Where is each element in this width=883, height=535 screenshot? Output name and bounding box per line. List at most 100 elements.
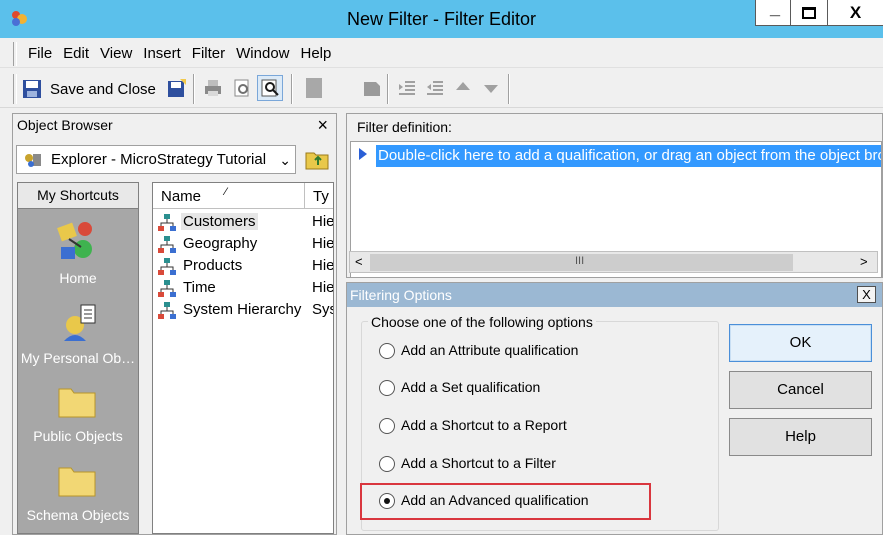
radio-button[interactable] — [379, 380, 395, 396]
list-item[interactable]: System Hierarchy Sys — [155, 299, 333, 321]
scroll-right-icon[interactable]: > — [860, 254, 868, 269]
add-qualification-hint[interactable]: Double-click here to add a qualification… — [376, 145, 881, 167]
shortcut-public-objects[interactable]: Public Objects — [18, 383, 138, 444]
shortcut-label: Home — [59, 270, 97, 286]
hierarchy-icon — [158, 258, 176, 275]
save-and-close-button[interactable]: Save and Close — [22, 76, 156, 102]
column-header-type[interactable]: Ty — [305, 183, 333, 209]
toolbar-separator — [291, 74, 293, 104]
move-down-button[interactable] — [479, 76, 503, 100]
menu-window[interactable]: Window — [236, 45, 289, 62]
option-shortcut-to-report[interactable]: Add a Shortcut to a Report — [379, 416, 679, 438]
save-and-close-label: Save and Close — [50, 80, 156, 98]
list-item[interactable]: Geography Hie — [155, 233, 333, 255]
hierarchy-icon — [158, 214, 176, 231]
shortcut-my-personal-objects[interactable]: My Personal Ob… — [18, 301, 138, 366]
folder-up-icon — [305, 152, 329, 170]
hierarchy-icon — [158, 280, 176, 297]
close-icon: X — [849, 2, 862, 22]
find-button[interactable] — [257, 75, 283, 101]
item-type: Sys — [312, 301, 333, 318]
move-up-button[interactable] — [451, 76, 475, 100]
menu-grip[interactable] — [13, 42, 17, 66]
radio-button[interactable] — [379, 418, 395, 434]
option-set-qualification[interactable]: Add a Set qualification — [379, 378, 679, 400]
list-item[interactable]: Products Hie — [155, 255, 333, 277]
object-browser-panel: Object Browser × Explorer - MicroStrateg… — [12, 113, 337, 535]
dialog-title-bar: Filtering Options X — [347, 283, 882, 307]
radio-button[interactable] — [379, 456, 395, 472]
outdent-icon — [427, 81, 443, 95]
item-type: Hie — [312, 213, 334, 230]
menu-bar: File Edit View Insert Filter Window Help — [0, 38, 883, 68]
menu-help[interactable]: Help — [301, 45, 332, 62]
list-item[interactable]: Time Hie — [155, 277, 334, 299]
object-browser-close-icon[interactable]: × — [317, 115, 328, 136]
cancel-button[interactable]: Cancel — [729, 371, 872, 409]
horizontal-scrollbar[interactable]: < III > — [349, 251, 878, 273]
menu-file[interactable]: File — [28, 45, 52, 62]
scroll-thumb[interactable]: III — [370, 254, 793, 271]
option-shortcut-to-filter[interactable]: Add a Shortcut to a Filter — [379, 454, 679, 476]
project-source-icon — [25, 154, 41, 167]
menu-view[interactable]: View — [100, 45, 132, 62]
save-as-icon — [168, 79, 186, 97]
shortcut-label: Schema Objects — [26, 507, 130, 523]
save-as-button[interactable] — [165, 76, 189, 100]
item-name: System Hierarchy — [183, 301, 302, 318]
outdent-button[interactable] — [423, 76, 447, 100]
move-up-icon — [456, 82, 470, 90]
option-attribute-qualification[interactable]: Add an Attribute qualification — [379, 341, 679, 363]
folder-icon — [58, 388, 96, 418]
item-name: Products — [183, 257, 243, 274]
list-item[interactable]: Customers Hie — [155, 211, 334, 233]
ok-button[interactable]: OK — [729, 324, 872, 362]
item-name: Customers — [181, 213, 258, 230]
find-icon — [261, 79, 279, 97]
location-text: Explorer - MicroStrategy Tutorial — [51, 151, 267, 168]
print-preview-button[interactable] — [230, 76, 254, 100]
parent-folder-button[interactable] — [304, 147, 330, 173]
minimize-button[interactable]: _ — [755, 0, 795, 26]
help-button[interactable]: Help — [729, 418, 872, 456]
shortcut-label: Public Objects — [33, 428, 123, 444]
toolbar-separator — [387, 74, 389, 104]
cut-button[interactable] — [302, 76, 326, 100]
menu-insert[interactable]: Insert — [143, 45, 181, 62]
shortcuts-header[interactable]: My Shortcuts — [18, 183, 138, 209]
indent-icon — [399, 81, 415, 95]
save-icon — [23, 80, 41, 98]
options-group-label: Choose one of the following options — [368, 314, 596, 330]
chevron-down-icon: ⌄ — [279, 152, 291, 168]
window-title: New Filter - Filter Editor — [346, 9, 537, 29]
item-type: Hie — [312, 279, 334, 296]
toolbar-grip[interactable] — [13, 74, 17, 104]
folder-icon — [58, 467, 96, 497]
maximize-button[interactable] — [790, 0, 828, 26]
column-header-name[interactable]: Name ⁄ — [153, 183, 305, 209]
minimize-icon: _ — [769, 0, 780, 18]
menu-filter[interactable]: Filter — [192, 45, 225, 62]
hierarchy-icon — [158, 236, 176, 253]
print-button[interactable] — [201, 76, 225, 100]
dialog-close-button[interactable]: X — [857, 286, 876, 303]
shortcut-home[interactable]: Home — [18, 217, 138, 286]
select-button[interactable] — [360, 76, 384, 100]
shortcut-schema-objects[interactable]: Schema Objects — [18, 462, 138, 523]
close-icon: X — [862, 287, 871, 302]
indent-button[interactable] — [395, 76, 419, 100]
scroll-left-icon[interactable]: < — [355, 254, 363, 269]
item-name: Geography — [183, 235, 258, 252]
close-window-button[interactable]: X — [827, 0, 883, 26]
location-dropdown[interactable]: Explorer - MicroStrategy Tutorial ⌄ — [16, 145, 296, 174]
menu-edit[interactable]: Edit — [63, 45, 89, 62]
hierarchy-icon — [158, 302, 176, 319]
shortcut-label: My Personal Ob… — [20, 350, 136, 366]
move-down-icon — [484, 85, 498, 93]
object-browser-header: Object Browser × — [13, 114, 336, 138]
window-title-bar: New Filter - Filter Editor _ X — [0, 0, 883, 38]
sort-indicator-icon: ⁄ — [225, 186, 227, 198]
personal-objects-icon — [64, 304, 96, 341]
print-preview-icon — [234, 79, 249, 97]
radio-button[interactable] — [379, 343, 395, 359]
